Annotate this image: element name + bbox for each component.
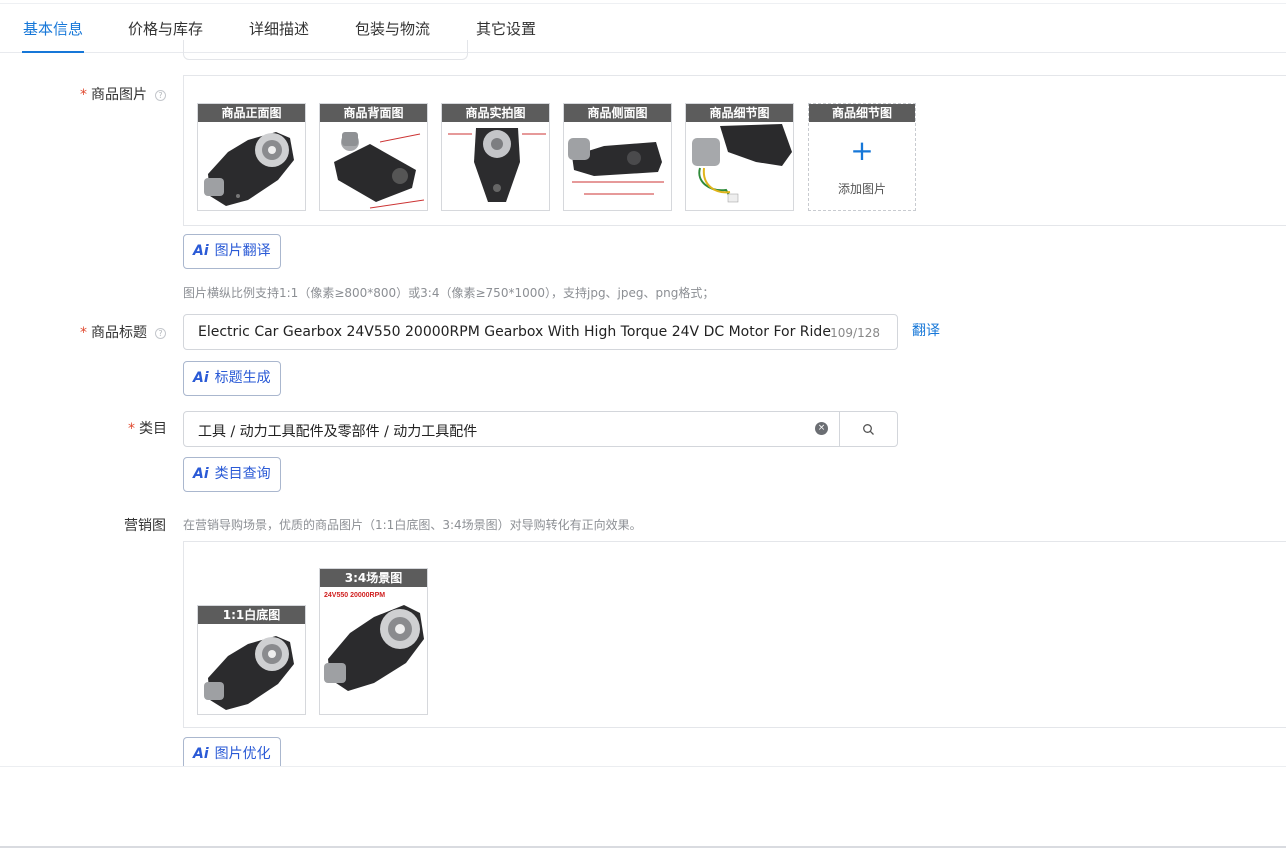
image-caption: 1:1白底图: [198, 606, 305, 624]
help-icon[interactable]: ?: [155, 327, 166, 339]
ai-icon: Ai: [193, 243, 209, 259]
clipped-field-above: [183, 40, 468, 60]
image-scene[interactable]: 24V550 20000RPM 3:4场景图: [319, 568, 428, 715]
tab-other-settings[interactable]: 其它设置: [476, 18, 536, 39]
add-image-label: 添加图片: [837, 182, 886, 196]
image-detail[interactable]: 商品细节图: [685, 103, 794, 211]
category-value: 工具 / 动力工具配件及零部件 / 动力工具配件: [198, 424, 478, 440]
category-query-button[interactable]: Ai 类目查询: [183, 457, 281, 492]
image-white-background[interactable]: 1:1白底图: [197, 605, 306, 715]
product-title-value: Electric Car Gearbox 24V550 20000RPM Gea…: [198, 324, 831, 340]
image-caption: 商品正面图: [198, 104, 305, 122]
plus-icon: +: [850, 134, 874, 167]
active-tab-indicator: [22, 51, 84, 53]
clear-icon[interactable]: ×: [815, 422, 828, 435]
tab-price-stock[interactable]: 价格与库存: [128, 18, 203, 39]
add-image-button[interactable]: 商品细节图 + 添加图片: [808, 103, 916, 211]
title-char-count: 109/128: [830, 326, 880, 340]
product-title-label: * 商品标题?: [80, 322, 166, 342]
gearbox-white-bg-image: [204, 636, 294, 710]
gearbox-detail-image: [692, 124, 792, 203]
translate-link[interactable]: 翻译: [912, 320, 940, 340]
tab-detail-description[interactable]: 详细描述: [249, 18, 309, 39]
ai-icon: Ai: [193, 466, 209, 482]
image-caption: 商品细节图: [686, 104, 793, 122]
help-icon[interactable]: ?: [155, 89, 166, 101]
image-caption: 商品实拍图: [442, 104, 549, 122]
category-label: * 类目: [128, 421, 167, 437]
product-images-panel: 商品正面图 商品背面图 商品实拍图 商品侧面图 商品细节图 商品细节图 + 添加…: [183, 75, 1286, 226]
category-search-button[interactable]: [839, 411, 898, 447]
image-real-shot[interactable]: 商品实拍图: [441, 103, 550, 211]
content-bottom-divider: [0, 766, 1286, 767]
gearbox-side-image: [568, 138, 664, 195]
image-optimize-button[interactable]: Ai 图片优化: [183, 737, 281, 767]
gearbox-front-image: [204, 132, 294, 206]
gearbox-scene-image: 24V550 20000RPM: [324, 592, 424, 691]
marketing-hint: 在营销导购场景，优质的商品图片（1:1白底图、3:4场景图）对导购转化有正向效果…: [183, 518, 642, 532]
image-caption: 3:4场景图: [320, 569, 427, 587]
image-translate-button[interactable]: Ai 图片翻译: [183, 234, 281, 269]
title-generate-button[interactable]: Ai 标题生成: [183, 361, 281, 396]
gearbox-real-shot-image: [448, 128, 546, 202]
tab-basic-info[interactable]: 基本信息: [23, 18, 83, 39]
image-caption: 商品侧面图: [564, 104, 671, 122]
scene-image-overlay: 24V550 20000RPM: [324, 592, 385, 599]
marketing-images-label: 营销图: [124, 518, 166, 534]
search-icon: [863, 424, 874, 435]
tab-packaging-logistics[interactable]: 包装与物流: [355, 18, 430, 39]
image-ratio-hint: 图片横纵比例支持1:1（像素≥800*800）或3:4（像素≥750*1000）…: [183, 286, 715, 300]
gearbox-back-image: [334, 132, 425, 209]
image-side[interactable]: 商品侧面图: [563, 103, 672, 211]
category-input[interactable]: 工具 / 动力工具配件及零部件 / 动力工具配件 ×: [183, 411, 840, 447]
image-caption: 商品细节图: [809, 104, 915, 122]
image-front[interactable]: 商品正面图: [197, 103, 306, 211]
product-title-input[interactable]: Electric Car Gearbox 24V550 20000RPM Gea…: [183, 314, 898, 350]
marketing-images-panel: 1:1白底图 24V550 20000RPM 3:4场景图: [183, 541, 1286, 728]
ai-icon: Ai: [193, 370, 209, 386]
image-caption: 商品背面图: [320, 104, 427, 122]
product-images-label: * 商品图片?: [80, 84, 166, 104]
image-back[interactable]: 商品背面图: [319, 103, 428, 211]
